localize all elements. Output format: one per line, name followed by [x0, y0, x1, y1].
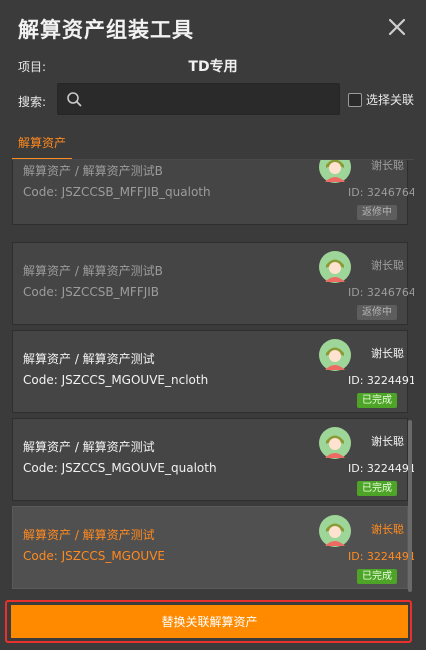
avatar-icon — [319, 427, 351, 459]
asset-id: ID: 3246764 — [348, 286, 414, 299]
link-filter[interactable]: 选择关联 — [348, 91, 414, 108]
asset-card[interactable]: 解算资产 / 解算资产测试B Code: JSZCCSB_MFFJIB 谢长聪 … — [12, 242, 414, 325]
asset-id: ID: 3246764 — [348, 186, 414, 199]
project-value: TD专用 — [188, 59, 238, 75]
status-badge: 已完成 — [357, 481, 397, 496]
asset-user: 谢长聪 — [371, 347, 404, 360]
tab-solved-assets[interactable]: 解算资产 — [12, 133, 72, 160]
asset-card[interactable]: 解算资产 / 解算资产测试B Code: JSZCCSB_MFFJIB_qual… — [12, 160, 414, 225]
asset-path: 解算资产 / 解算资产测试 — [23, 440, 155, 454]
asset-path: 解算资产 / 解算资产测试B — [23, 164, 163, 178]
close-icon[interactable] — [388, 18, 406, 36]
asset-card-selected[interactable]: 解算资产 / 解算资产测试 Code: JSZCCS_MGOUVE 谢长聪 ID… — [12, 506, 414, 589]
asset-card[interactable]: 解算资产 / 解算资产测试 Code: JSZCCS_MGOUVE_ncloth… — [12, 330, 414, 413]
asset-code: Code: JSZCCSB_MFFJIB — [23, 285, 160, 299]
asset-code: Code: JSZCCS_MGOUVE — [23, 549, 166, 563]
avatar-icon — [319, 515, 351, 547]
asset-list[interactable]: 解算资产 / 解算资产测试B Code: JSZCCSB_MFFJIB_qual… — [12, 160, 414, 596]
asset-user: 谢长聪 — [371, 259, 404, 272]
link-filter-label: 选择关联 — [366, 93, 415, 107]
status-badge: 返修中 — [357, 305, 397, 320]
status-badge: 已完成 — [357, 569, 397, 584]
asset-path: 解算资产 / 解算资产测试 — [23, 528, 155, 542]
window-title: 解算资产组装工具 — [18, 18, 194, 42]
asset-id: ID: 3224491 — [348, 550, 414, 563]
asset-user: 谢长聪 — [371, 523, 404, 536]
search-label: 搜索: — [18, 95, 47, 109]
search-input[interactable] — [88, 84, 336, 114]
link-filter-checkbox[interactable] — [348, 92, 362, 107]
avatar-icon — [319, 160, 351, 183]
asset-user: 谢长聪 — [371, 160, 404, 172]
asset-path: 解算资产 / 解算资产测试B — [23, 264, 163, 278]
asset-path: 解算资产 / 解算资产测试 — [23, 352, 155, 366]
asset-code: Code: JSZCCS_MGOUVE_ncloth — [23, 373, 209, 387]
status-badge: 已完成 — [357, 393, 397, 408]
asset-card[interactable]: 解算资产 / 解算资产测试 Code: JSZCCS_MGOUVE_qualot… — [12, 418, 414, 501]
asset-code: Code: JSZCCS_MGOUVE_qualoth — [23, 461, 217, 475]
asset-id: ID: 3224491 — [348, 374, 414, 387]
avatar-icon — [319, 251, 351, 283]
asset-id: ID: 3224491 — [348, 462, 414, 475]
replace-linked-assets-button[interactable]: 替换关联解算资产 — [11, 605, 408, 638]
search-icon — [67, 92, 82, 107]
asset-user: 谢长聪 — [371, 435, 404, 448]
status-badge: 返修中 — [357, 205, 397, 220]
search-box[interactable] — [57, 83, 340, 115]
asset-code: Code: JSZCCSB_MFFJIB_qualoth — [23, 185, 211, 199]
avatar-icon — [319, 339, 351, 371]
list-scrollbar[interactable] — [408, 420, 412, 592]
